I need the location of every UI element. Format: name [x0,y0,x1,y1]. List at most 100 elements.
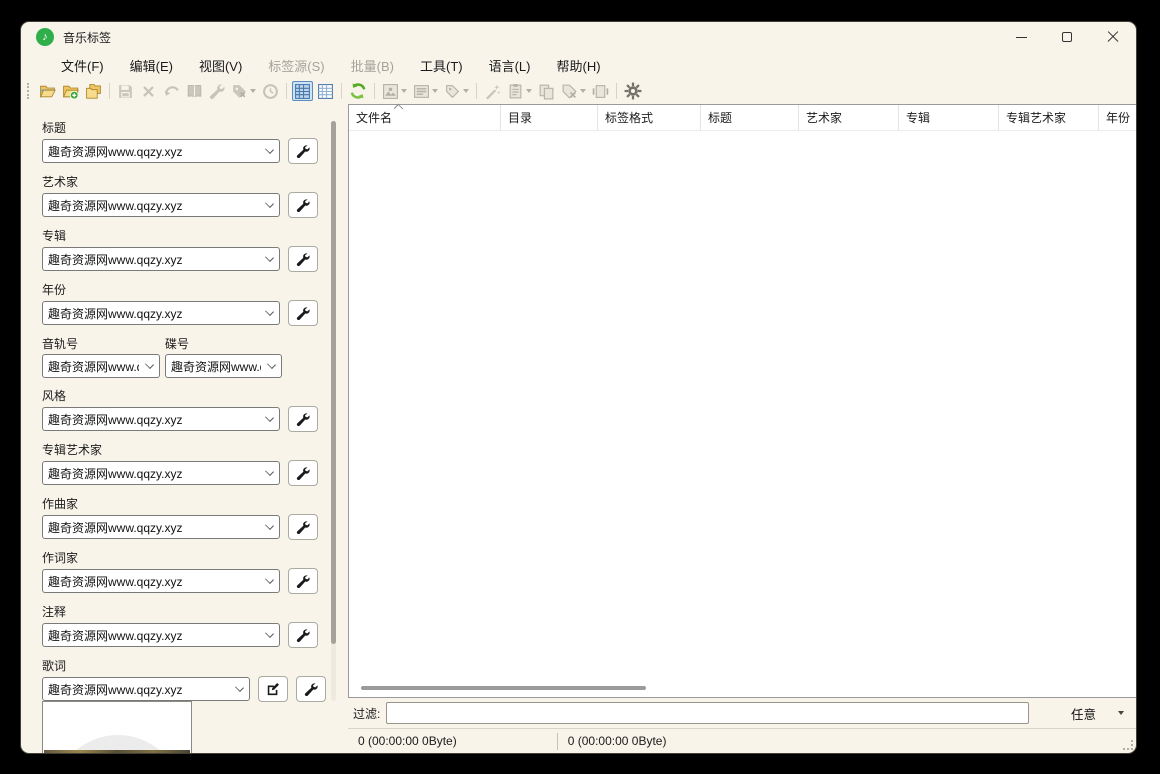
chevron-down-icon [235,683,244,692]
tag-copy-button [442,81,471,101]
genre-combobox[interactable]: 趣奇资源网www.qqzy.xyz [42,407,280,431]
chevron-down-icon [265,199,274,208]
refresh-button[interactable] [347,81,369,101]
chevron-down-icon [145,360,154,369]
menu-view[interactable]: 视图(V) [187,53,254,78]
column-header-album-artist[interactable]: 专辑艺术家 [999,105,1099,130]
column-header-artist[interactable]: 艺术家 [799,105,899,130]
field-label-album: 专辑 [42,227,348,243]
track-combobox[interactable]: 趣奇资源网www.qqzy.xyz [42,354,160,378]
delete-icon [140,83,157,100]
text-convert-icon [413,83,430,100]
field-label-year: 年份 [42,281,348,297]
column-header-tag-format[interactable]: 标签格式 [598,105,701,130]
grid-view-alt-icon [317,83,334,100]
editor-panel-scrollbar[interactable] [331,121,336,701]
album-combobox[interactable]: 趣奇资源网www.qqzy.xyz [42,247,280,271]
chevron-down-icon [267,360,276,369]
toolbar-separator [341,83,342,99]
remove-tag-alt-icon [561,83,578,100]
menu-language[interactable]: 语言(L) [477,53,543,78]
disc-combobox[interactable]: 趣奇资源网www.qqzy.xyz [165,354,282,378]
field-label-genre: 风格 [42,387,348,403]
close-button[interactable] [1090,22,1136,52]
comment-tools-button[interactable] [288,622,318,648]
wrench-icon [209,83,225,99]
undo-icon [163,83,180,100]
grid-view-alt-button[interactable] [315,81,336,101]
composer-tools-button[interactable] [288,514,318,540]
chevron-down-icon [265,307,274,316]
year-tools-button[interactable] [288,300,318,326]
editor-panel-scrollbar-thumb[interactable] [331,121,336,644]
chevron-down-icon [265,629,274,638]
menu-batch: 批量(B) [339,53,406,78]
wrench-icon [296,198,310,212]
lyrics-edit-button[interactable] [258,676,288,702]
history-button [260,81,281,101]
field-label-lyrics: 歌词 [42,657,348,673]
column-header-title[interactable]: 标题 [701,105,799,130]
field-label-track: 音轨号 [42,335,160,351]
tag-copy-icon [444,83,461,100]
title-combobox[interactable]: 趣奇资源网www.qqzy.xyz [42,139,280,163]
year-combobox[interactable]: 趣奇资源网www.qqzy.xyz [42,301,280,325]
history-icon [262,83,279,100]
album-tools-button[interactable] [288,246,318,272]
file-list-table: 文件名 目录 标签格式 标题 艺术家 专辑 专辑艺术家 年份 [348,104,1136,698]
remove-tag-alt-button [559,81,588,101]
wrench-icon [304,682,318,696]
text-convert-button [411,81,440,101]
add-folder-button[interactable] [60,81,81,101]
artist-tools-button[interactable] [288,192,318,218]
filter-mode-value: 任意 [1071,704,1096,723]
chevron-down-icon [265,575,274,584]
album-artist-combobox[interactable]: 趣奇资源网www.qqzy.xyz [42,461,280,485]
column-header-album[interactable]: 专辑 [899,105,999,130]
open-folder-button[interactable] [37,81,58,101]
lyricist-tools-button[interactable] [288,568,318,594]
remove-tag-icon [231,83,248,100]
lyricist-combobox[interactable]: 趣奇资源网www.qqzy.xyz [42,569,280,593]
wrench-icon [296,520,310,534]
album-artist-tools-button[interactable] [288,460,318,486]
open-folders-icon [85,83,102,100]
lyrics-tools-button[interactable] [296,676,326,702]
menu-file[interactable]: 文件(F) [49,53,116,78]
dropdown-caret-icon [401,89,407,93]
album-art-placeholder[interactable] [42,701,192,753]
menu-help[interactable]: 帮助(H) [544,53,612,78]
cover-art-button [380,81,409,101]
remove-tag-button [229,81,258,101]
column-header-directory[interactable]: 目录 [501,105,598,130]
chevron-down-icon [265,521,274,530]
app-window: ♪ 音乐标签 文件(F) 编辑(E) 视图(V) 标签源(S) 批量(B) 工具… [21,22,1136,753]
column-header-year[interactable]: 年份 [1099,105,1136,130]
filter-input[interactable] [386,702,1029,724]
field-label-title: 标题 [42,119,348,135]
grid-view-button[interactable] [292,81,313,101]
column-header-filename[interactable]: 文件名 [349,105,501,130]
title-tools-button[interactable] [288,138,318,164]
artist-combobox[interactable]: 趣奇资源网www.qqzy.xyz [42,193,280,217]
dropdown-caret-icon [463,89,469,93]
genre-tools-button[interactable] [288,406,318,432]
menu-tools[interactable]: 工具(T) [408,53,475,78]
resize-grip[interactable] [1123,740,1133,750]
lyrics-combobox[interactable]: 趣奇资源网www.qqzy.xyz [42,677,250,701]
composer-combobox[interactable]: 趣奇资源网www.qqzy.xyz [42,515,280,539]
toolbar-grip [27,83,31,99]
settings-button[interactable] [622,81,644,101]
chevron-down-icon [265,253,274,262]
paste-tag-button [505,81,534,101]
filter-mode-dropdown[interactable]: 任意 [1035,704,1128,723]
table-horizontal-scrollbar[interactable] [361,686,646,690]
minimize-button[interactable] [998,22,1044,52]
open-folders-button[interactable] [83,81,104,101]
menu-edit[interactable]: 编辑(E) [118,53,185,78]
comment-combobox[interactable]: 趣奇资源网www.qqzy.xyz [42,623,280,647]
dropdown-caret-icon [250,89,256,93]
minimize-icon [1016,37,1027,38]
wrench-icon [296,466,310,480]
maximize-button[interactable] [1044,22,1090,52]
